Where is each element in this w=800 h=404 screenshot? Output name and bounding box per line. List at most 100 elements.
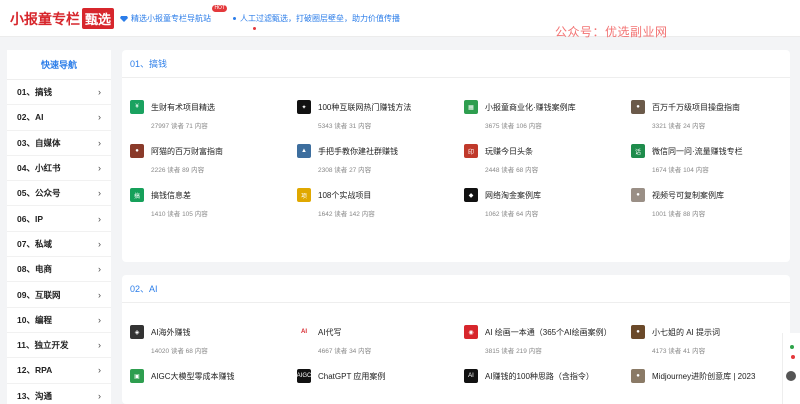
column-card[interactable]: AIGC ChatGPT 应用案例: [297, 369, 457, 404]
sidebar-list: 01、搞钱 › 02、AI › 03、自媒体 › 04、小红书 › 05、公众号 › 06、IP › 0…: [7, 80, 111, 404]
sidebar-item[interactable]: 10、编程 ›: [7, 308, 111, 333]
card-title: AI代写: [318, 328, 342, 337]
sidebar-item[interactable]: 07、私域 ›: [7, 232, 111, 258]
chevron-right-icon: ›: [98, 365, 101, 376]
column-card[interactable]: ✦ 100种互联网热门赚钱方法 5343 读者 31 内容: [297, 100, 457, 140]
card-meta: 5343 读者 31 内容: [318, 123, 372, 130]
sidebar-item[interactable]: 01、搞钱 ›: [7, 80, 111, 106]
card-meta: 1642 读者 142 内容: [318, 211, 375, 218]
sidebar-item[interactable]: 04、小红书 ›: [7, 156, 111, 182]
sidebar-item-label: 11、独立开发: [17, 340, 69, 351]
card-title: 108个实战项目: [318, 191, 372, 200]
column-card[interactable]: ◆ 网络淘金案例库 1062 读者 64 内容: [464, 188, 624, 228]
sidebar-item[interactable]: 12、RPA ›: [7, 358, 111, 384]
card-meta: 3815 读者 219 内容: [485, 348, 542, 355]
column-card[interactable]: 话微信同一问·流量赚钱专栏 1674 读者 104 内容: [631, 144, 791, 184]
card-title: 百万千万级项目操盘指南: [652, 103, 740, 112]
section-ai: 02、AI ◈ AI海外赚钱 14020 读者 68 内容 AI AI代写 4667 读者…: [122, 275, 790, 404]
sidebar-item-label: 06、IP: [17, 213, 43, 224]
spark-icon: ✦: [297, 100, 311, 114]
column-card[interactable]: ● 视频号可复制案例库 1001 读者 88 内容: [631, 188, 791, 228]
nav-link-label: 精选小报童专栏导航站: [131, 14, 211, 23]
status-dot-icon: [790, 345, 794, 349]
sidebar-item-label: 05、公众号: [17, 188, 61, 199]
book-icon: 项: [297, 188, 311, 202]
sidebar-item[interactable]: 13、沟通 ›: [7, 384, 111, 404]
sidebar-item-label: 01、搞钱: [17, 87, 52, 98]
card-title: 生财有术项目精选: [151, 103, 215, 112]
logo-text: 小报童专栏: [10, 10, 80, 27]
sidebar-item[interactable]: 09、互联网 ›: [7, 282, 111, 308]
column-card[interactable]: AI AI赚钱的100种思路（含指令）: [464, 369, 624, 404]
section-heading: 02、AI: [122, 275, 790, 303]
column-card[interactable]: 印玩赚今日头条 2448 读者 68 内容: [464, 144, 624, 184]
tagline-text: 人工过滤甄选，打破圈层壁垒，助力价值传播: [240, 14, 400, 23]
card-meta: 2308 读者 27 内容: [318, 167, 372, 174]
card-title: Midjourney进阶创意库 | 2023: [652, 372, 756, 381]
site-logo[interactable]: 小报童专栏 甄选: [10, 8, 115, 29]
chevron-right-icon: ›: [98, 390, 101, 401]
sidebar-item[interactable]: 02、AI ›: [7, 105, 111, 131]
diamond-icon: [120, 15, 128, 22]
column-card[interactable]: ● 小七姐的 AI 提示词 4173 读者 41 内容: [631, 325, 791, 365]
card-title: 视频号可复制案例库: [652, 191, 724, 200]
column-card[interactable]: 项 108个实战项目 1642 读者 142 内容: [297, 188, 457, 228]
grid-icon: ▦: [464, 100, 478, 114]
sidebar-item-label: 07、私域: [17, 238, 52, 249]
chevron-right-icon: ›: [98, 87, 101, 98]
chevron-right-icon: ›: [98, 163, 101, 174]
nav-link-home[interactable]: 精选小报童专栏导航站 HOT: [120, 5, 227, 24]
sidebar-item-label: 12、RPA: [17, 365, 53, 376]
card-title: 阿猫的百万财富指南: [151, 147, 223, 156]
sidebar-item[interactable]: 11、独立开发 ›: [7, 333, 111, 359]
card-meta: 1062 读者 64 内容: [485, 211, 539, 218]
sidebar-title: 快速导航: [7, 50, 111, 80]
card-title: AI海外赚钱: [151, 328, 191, 337]
pen-icon: AI: [297, 325, 311, 339]
top-nav: 精选小报童专栏导航站 HOT 人工过滤甄选，打破圈层壁垒，助力价值传播: [120, 5, 408, 30]
sidebar-item-label: 03、自媒体: [17, 137, 61, 148]
sidebar-item[interactable]: 05、公众号 ›: [7, 181, 111, 207]
chevron-right-icon: ›: [98, 112, 101, 123]
card-meta: 1001 读者 88 内容: [652, 211, 706, 218]
card-meta: 4173 读者 41 内容: [652, 348, 706, 355]
robot-icon: ◈: [130, 325, 144, 339]
quick-nav-sidebar: 快速导航 01、搞钱 › 02、AI › 03、自媒体 › 04、小红书 › 05、公众号 › 06…: [7, 50, 111, 404]
card-title: 小报童商业化·赚钱案例库: [485, 103, 576, 112]
column-card[interactable]: ● 阿猫的百万财富指南 2226 读者 89 内容: [130, 144, 290, 184]
sidebar-item[interactable]: 06、IP ›: [7, 206, 111, 232]
column-card[interactable]: AI AI代写 4667 读者 34 内容: [297, 325, 457, 365]
column-card[interactable]: ▲ 手把手教你建社群赚钱 2308 读者 27 内容: [297, 144, 457, 184]
avatar-icon: ●: [631, 100, 645, 114]
dark-mode-icon[interactable]: [786, 371, 796, 381]
sidebar-item[interactable]: 08、电商 ›: [7, 257, 111, 283]
coin-icon: ¥: [130, 100, 144, 114]
avatar-icon: ●: [631, 325, 645, 339]
top-header: 小报童专栏 甄选 精选小报童专栏导航站 HOT 人工过滤甄选，打破圈层壁垒，助力…: [0, 0, 800, 39]
card-title: 玩赚今日头条: [485, 147, 533, 156]
sidebar-item[interactable]: 03、自媒体 ›: [7, 131, 111, 156]
watermark: 公众号：优选副业网: [555, 25, 668, 39]
stamp-icon: 印: [464, 144, 478, 158]
chevron-right-icon: ›: [98, 314, 101, 325]
avatar-icon: ●: [130, 144, 144, 158]
column-card[interactable]: ● Midjourney进阶创意库 | 2023: [631, 369, 791, 404]
status-dot-icon: [791, 355, 795, 359]
column-card[interactable]: 搞搞钱信息差 1410 读者 105 内容: [130, 188, 290, 228]
column-card[interactable]: ◈ AI海外赚钱 14020 读者 68 内容: [130, 325, 290, 365]
ai-icon: AI: [464, 369, 478, 383]
column-card[interactable]: ● 百万千万级项目操盘指南 3321 读者 24 内容: [631, 100, 791, 140]
column-card[interactable]: ¥ 生财有术项目精选 27997 读者 71 内容: [130, 100, 290, 140]
aigc-icon: ▣: [130, 369, 144, 383]
column-card[interactable]: ◉ AI 绘画一本通（365个AI绘画案例） 3815 读者 219 内容: [464, 325, 624, 365]
card-title: 小七姐的 AI 提示词: [652, 328, 721, 337]
card-title: ChatGPT 应用案例: [318, 372, 386, 381]
badge-icon: 搞: [130, 188, 144, 202]
active-indicator: [253, 27, 256, 30]
column-card[interactable]: ▣ AIGC大模型零成本赚钱: [130, 369, 290, 404]
card-title: 100种互联网热门赚钱方法: [318, 103, 412, 112]
column-card[interactable]: ▦ 小报童商业化·赚钱案例库 3675 读者 106 内容: [464, 100, 624, 140]
landscape-icon: ▲: [297, 144, 311, 158]
gpt-icon: AIGC: [297, 369, 311, 383]
sidebar-item-label: 08、电商: [17, 264, 52, 275]
